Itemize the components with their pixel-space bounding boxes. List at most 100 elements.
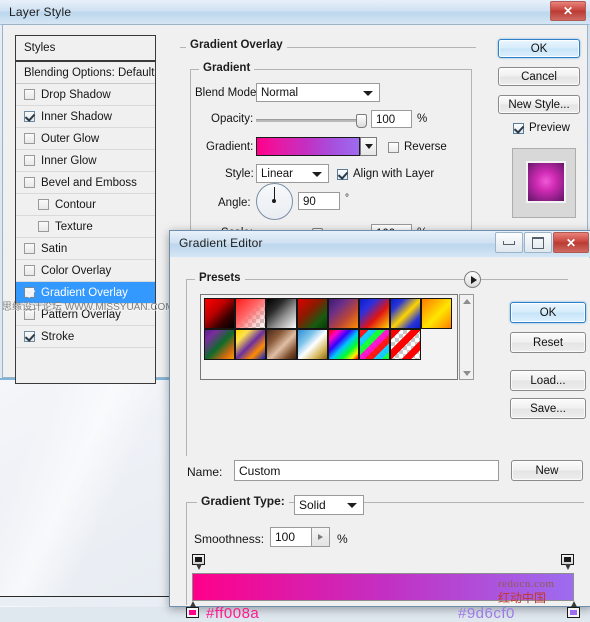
preset-swatch-foreground-to-transparent[interactable] [235,298,266,329]
preset-swatch-violet-green-orange[interactable] [204,329,235,360]
sidebar-item-satin[interactable]: Satin [16,238,155,260]
blend-mode-label: Blend Mode: [195,87,260,99]
layer-style-titlebar[interactable]: Layer Style ✕ [0,0,590,25]
smoothness-stepper[interactable] [312,527,330,547]
sidebar-item-inner-glow[interactable]: Inner Glow [16,150,155,172]
scroll-up-icon[interactable] [460,295,473,307]
preset-swatch-yellow-violet-orange-blue[interactable] [235,329,266,360]
style-select[interactable]: Linear [256,164,329,183]
opacity-input[interactable]: 100 [371,110,412,128]
preset-swatch-foreground-to-background[interactable] [204,298,235,329]
gradient-bar[interactable] [192,573,574,601]
sidebar-item-texture[interactable]: Texture [16,216,155,238]
name-input[interactable]: Custom [234,460,499,481]
style-toggle-checkbox[interactable] [24,133,35,144]
new-gradient-button[interactable]: New [511,460,583,481]
new-style-button[interactable]: New Style... [498,95,580,114]
gradient-group-title: Gradient [199,62,255,74]
angle-unit: ° [345,193,349,204]
gradient-editor-reset-button[interactable]: Reset [510,332,586,353]
preset-swatch-black-white[interactable] [266,298,297,329]
angle-input[interactable]: 90 [298,192,340,210]
preview-checkbox-box [513,122,524,134]
preset-swatch-transparent-rainbow[interactable] [359,329,390,360]
gradient-stop-top-right[interactable] [561,554,574,571]
gradient-swatch[interactable] [256,137,360,156]
style-toggle-checkbox[interactable] [38,199,49,210]
preset-swatch-spectrum[interactable] [328,329,359,360]
presets-grid [204,298,454,360]
sidebar-item-label: Inner Glow [41,154,97,167]
preset-swatch-fill [391,299,420,328]
presets-menu-icon[interactable] [464,271,481,288]
close-icon[interactable]: ✕ [553,232,589,253]
gradient-stop-bottom-right[interactable] [567,601,580,618]
sidebar-item-bevel-and-emboss[interactable]: Bevel and Emboss [16,172,155,194]
preset-swatch-chrome[interactable] [297,329,328,360]
align-with-layer-checkbox[interactable]: Align with Layer [337,168,434,180]
opacity-slider[interactable] [256,114,367,128]
sidebar-item-contour[interactable]: Contour [16,194,155,216]
preset-swatch-copper[interactable] [266,329,297,360]
gradient-editor-save-button[interactable]: Save... [510,398,586,419]
preset-swatch-orange-yellow-orange[interactable] [421,298,452,329]
sidebar-item-pattern-overlay[interactable]: Pattern Overlay [16,304,155,326]
preview-checkbox[interactable]: Preview [513,122,570,134]
cancel-button[interactable]: Cancel [498,67,580,86]
presets-grid-container[interactable] [200,294,458,380]
sidebar-item-label: Stroke [41,330,75,343]
style-toggle-checkbox[interactable] [24,155,35,166]
sidebar-item-drop-shadow[interactable]: Drop Shadow [16,84,155,106]
opacity-slider-knob[interactable] [356,114,367,128]
styles-list-header: Styles [16,36,155,62]
gradient-type-value: Solid [299,498,326,512]
gradient-editor-titlebar[interactable]: Gradient Editor ✕ [170,231,590,258]
gradient-editor-load-button[interactable]: Load... [510,370,586,391]
ok-button[interactable]: OK [498,39,580,58]
blend-mode-select[interactable]: Normal [256,83,380,102]
style-toggle-checkbox[interactable] [24,177,35,188]
name-value: Custom [239,464,281,478]
gradient-stop-bottom-left[interactable] [186,601,199,618]
maximize-icon[interactable] [524,232,552,253]
preset-swatch-blue-yellow-blue[interactable] [390,298,421,329]
close-icon[interactable]: ✕ [550,1,586,21]
sidebar-item-stroke[interactable]: Stroke [16,326,155,348]
preset-swatch-violet-orange[interactable] [328,298,359,329]
gradient-type-select[interactable]: Solid [294,495,364,515]
preset-swatch-fill [205,330,234,359]
gradient-stop-top-left[interactable] [192,554,205,571]
preset-swatch-blue-red-yellow[interactable] [359,298,390,329]
style-toggle-checkbox[interactable] [24,111,35,122]
minimize-icon[interactable] [495,232,523,253]
scroll-down-icon[interactable] [460,367,473,379]
sidebar-item-color-overlay[interactable]: Color Overlay [16,260,155,282]
style-toggle-checkbox[interactable] [24,265,35,276]
sidebar-item-blending-options[interactable]: Blending Options: Default [16,62,155,84]
angle-dial[interactable] [256,183,293,220]
preset-swatch-red-green[interactable] [297,298,328,329]
style-toggle-checkbox[interactable] [24,89,35,100]
preset-swatch-fill [267,299,296,328]
style-toggle-checkbox[interactable] [38,221,49,232]
reverse-checkbox[interactable]: Reverse [388,141,447,153]
gradient-picker-button[interactable] [360,137,377,156]
gradient-editor-ok-button[interactable]: OK [510,302,586,323]
style-toggle-checkbox[interactable] [24,287,35,298]
style-toggle-checkbox[interactable] [24,243,35,254]
smoothness-unit: % [337,532,348,546]
sidebar-item-label: Color Overlay [41,264,112,277]
preset-swatch-transparent-stripes[interactable] [390,329,421,360]
layer-preview-swatch [526,161,566,203]
sidebar-item-gradient-overlay[interactable]: Gradient Overlay [16,282,155,304]
reverse-label: Reverse [404,141,447,153]
style-label: Style: [225,168,254,180]
sidebar-item-outer-glow[interactable]: Outer Glow [16,128,155,150]
preset-swatch-fill [236,330,265,359]
style-toggle-checkbox[interactable] [24,331,35,342]
sidebar-item-inner-shadow[interactable]: Inner Shadow [16,106,155,128]
presets-scrollbar[interactable] [459,294,474,380]
style-toggle-checkbox[interactable] [24,309,35,320]
smoothness-input[interactable]: 100 [270,527,312,547]
blend-mode-value: Normal [261,87,299,99]
